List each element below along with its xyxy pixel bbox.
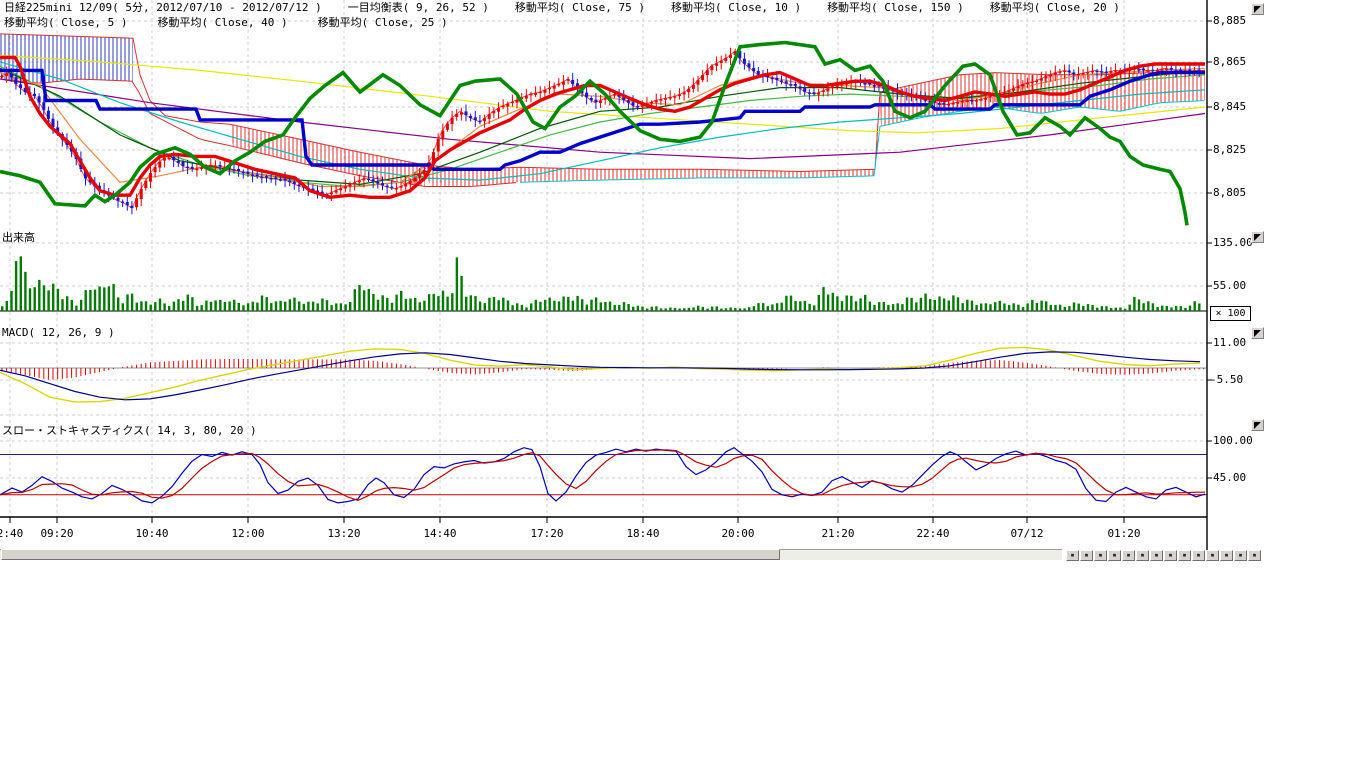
legend-ma10: 移動平均( Close, 10 )	[671, 1, 801, 14]
legend-ichimoku: 一目均衡表( 9, 26, 52 )	[348, 1, 489, 14]
time-axis-label: 21:20	[821, 527, 854, 540]
mini-toolbar-button-14[interactable]: ▪	[1248, 550, 1261, 561]
stoch-panel-menu-button[interactable]	[1251, 419, 1264, 431]
mini-toolbar-button-8[interactable]: ▪	[1164, 550, 1177, 561]
time-axis-label: 2:40	[0, 527, 23, 540]
legend-ma75: 移動平均( Close, 75 )	[515, 1, 645, 14]
volume-bars	[0, 256, 1207, 311]
mini-toolbar-button-9[interactable]: ▪	[1178, 550, 1191, 561]
volume-axis-label: 135.00	[1213, 236, 1253, 249]
stoch-axis-label: 45.00	[1213, 471, 1246, 484]
volume-axis-label: 55.00	[1213, 279, 1246, 292]
collapse-triangle-icon	[1254, 330, 1261, 337]
price-axis-label: 8,805	[1213, 186, 1246, 199]
mini-toolbar-button-12[interactable]: ▪	[1220, 550, 1233, 561]
volume-panel-menu-button[interactable]	[1251, 231, 1264, 243]
time-axis-label: 18:40	[626, 527, 659, 540]
price-axis-label: 8,885	[1213, 14, 1246, 27]
legend-ma150: 移動平均( Close, 150 )	[827, 1, 964, 14]
stoch-axis-label: 100.00	[1213, 434, 1253, 447]
time-axis-label: 10:40	[135, 527, 168, 540]
chart-svg	[0, 0, 1366, 768]
volume-multiplier-box: × 100	[1210, 306, 1251, 321]
collapse-triangle-icon	[1254, 234, 1261, 241]
thick-indicator-lines	[0, 43, 1205, 226]
price-axis-label: 8,845	[1213, 100, 1246, 113]
mini-toolbar-button-5[interactable]: ▪	[1122, 550, 1135, 561]
time-axis-label: 01:20	[1107, 527, 1140, 540]
time-axis-label: 17:20	[530, 527, 563, 540]
collapse-triangle-icon	[1254, 422, 1261, 429]
time-axis-label: 12:00	[231, 527, 264, 540]
mini-toolbar-button-1[interactable]: ▪	[1066, 550, 1079, 561]
chart-application-window: { "header": { "items_row1": ["日経225mini …	[0, 0, 1366, 768]
legend-ma25: 移動平均( Close, 25 )	[318, 16, 448, 29]
mini-toolbar-button-2[interactable]: ▪	[1080, 550, 1093, 561]
macd-axis-label: 11.00	[1213, 336, 1246, 349]
mini-toolbar-button-13[interactable]: ▪	[1234, 550, 1247, 561]
macd-panel-menu-button[interactable]	[1251, 327, 1264, 339]
time-axis-label: 22:40	[916, 527, 949, 540]
volume-panel-label: 出来高	[2, 229, 35, 245]
mini-toolbar-button-4[interactable]: ▪	[1108, 550, 1121, 561]
price-axis-label: 8,825	[1213, 143, 1246, 156]
macd-panel-label: MACD( 12, 26, 9 )	[2, 326, 115, 339]
time-axis-label: 14:40	[423, 527, 456, 540]
horizontal-scrollbar-thumb[interactable]	[1, 549, 780, 560]
price-panel-menu-button[interactable]	[1251, 3, 1264, 15]
stochastics-panel	[0, 448, 1207, 503]
price-axis-label: 8,865	[1213, 55, 1246, 68]
time-axis-label: 13:20	[327, 527, 360, 540]
chart-legend-row2: 移動平均( Close, 5 ) 移動平均( Close, 40 ) 移動平均(…	[4, 16, 448, 29]
legend-ma20: 移動平均( Close, 20 )	[990, 1, 1120, 14]
legend-ma5: 移動平均( Close, 5 )	[4, 16, 127, 29]
time-axis-label: 07/12	[1010, 527, 1043, 540]
chart-legend-row1: 日経225mini 12/09( 5分, 2012/07/10 - 2012/0…	[4, 1, 1120, 14]
stochastics-panel-label: スロー・ストキャスティクス( 14, 3, 80, 20 )	[2, 422, 257, 438]
macd-axis-label: -5.50	[1210, 373, 1243, 386]
time-axis-label: 09:20	[40, 527, 73, 540]
mini-toolbar-button-7[interactable]: ▪	[1150, 550, 1163, 561]
symbol-title: 日経225mini 12/09( 5分, 2012/07/10 - 2012/0…	[4, 1, 322, 14]
time-axis-label: 20:00	[721, 527, 754, 540]
legend-ma40: 移動平均( Close, 40 )	[157, 16, 287, 29]
mini-toolbar-button-11[interactable]: ▪	[1206, 550, 1219, 561]
collapse-triangle-icon	[1254, 6, 1261, 13]
mini-toolbar-button-6[interactable]: ▪	[1136, 550, 1149, 561]
mini-toolbar-button-3[interactable]: ▪	[1094, 550, 1107, 561]
macd-panel	[0, 347, 1207, 402]
mini-toolbar-button-10[interactable]: ▪	[1192, 550, 1205, 561]
